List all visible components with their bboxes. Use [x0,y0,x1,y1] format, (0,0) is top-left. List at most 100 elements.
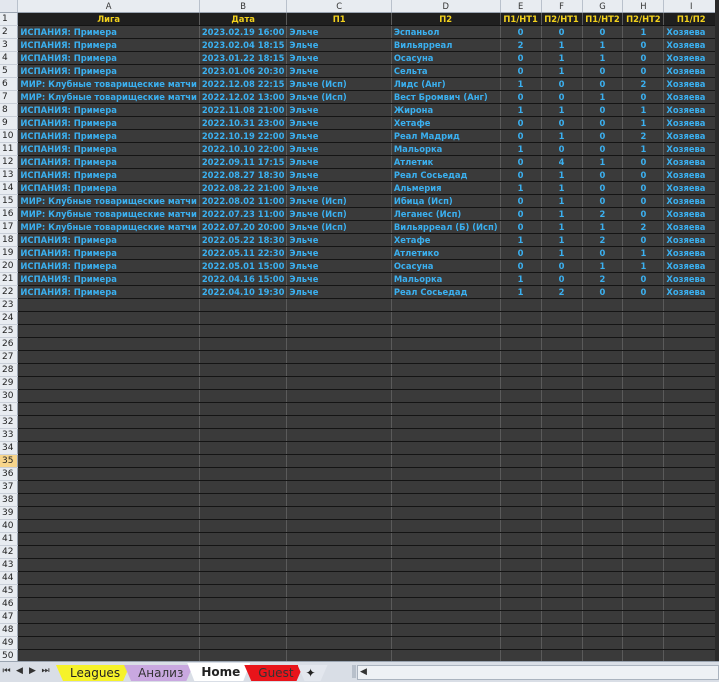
cell[interactable]: 2023.02.19 16:00 [199,25,288,39]
cell[interactable]: Хозяева [663,38,719,52]
tab-home[interactable]: Home [187,663,250,681]
cell[interactable]: 0 [500,155,542,169]
empty-cell[interactable] [391,545,501,559]
column-header-g[interactable]: G [582,0,624,13]
cell[interactable]: Эльче [286,129,392,143]
empty-cell[interactable] [286,298,392,312]
empty-cell[interactable] [500,376,542,390]
row-header[interactable]: 2 [0,25,19,39]
row-header[interactable]: 38 [0,493,19,507]
cell[interactable]: 0 [582,25,624,39]
empty-cell[interactable] [391,376,501,390]
row-header[interactable]: 41 [0,532,19,546]
tab-analysis[interactable]: Анализ [124,665,193,681]
empty-cell[interactable] [582,623,624,637]
empty-cell[interactable] [391,649,501,661]
empty-cell[interactable] [663,324,719,338]
cell[interactable]: 1 [622,103,665,117]
cell[interactable]: 0 [582,246,624,260]
cell[interactable]: 0 [582,168,624,182]
empty-cell[interactable] [391,298,501,312]
empty-cell[interactable] [541,467,583,481]
cell[interactable]: 2023.01.06 20:30 [199,64,288,78]
cell[interactable]: 2023.01.22 18:15 [199,51,288,65]
cell[interactable]: 2022.07.23 11:00 [199,207,288,221]
empty-cell[interactable] [286,506,392,520]
empty-cell[interactable] [286,571,392,585]
empty-cell[interactable] [17,610,200,624]
cell[interactable]: Хозяева [663,246,719,260]
empty-cell[interactable] [391,480,501,494]
column-header-b[interactable]: B [199,0,288,13]
cell[interactable]: 4 [541,155,583,169]
cell[interactable]: Эльче [286,233,392,247]
cell[interactable]: Хозяева [663,259,719,273]
column-header-e[interactable]: E [500,0,542,13]
cell[interactable]: 2 [622,129,665,143]
empty-cell[interactable] [500,597,542,611]
header-cell[interactable]: П2/НТ1 [541,12,583,26]
empty-cell[interactable] [582,350,624,364]
empty-cell[interactable] [391,337,501,351]
select-all-corner[interactable] [0,0,19,13]
empty-cell[interactable] [541,441,583,455]
cell[interactable]: 1 [500,285,542,299]
cell[interactable]: 0 [622,64,665,78]
empty-cell[interactable] [541,623,583,637]
empty-cell[interactable] [622,389,665,403]
prev-sheet-icon[interactable]: ◀ [15,665,24,677]
empty-cell[interactable] [199,415,288,429]
empty-cell[interactable] [582,532,624,546]
row-header[interactable]: 4 [0,51,19,65]
cell[interactable]: Хозяева [663,103,719,117]
empty-cell[interactable] [500,415,542,429]
empty-cell[interactable] [582,376,624,390]
cell[interactable]: 0 [582,285,624,299]
cell[interactable]: Осасуна [391,259,501,273]
empty-cell[interactable] [500,649,542,661]
cell[interactable]: ИСПАНИЯ: Примера [17,246,200,260]
empty-cell[interactable] [663,389,719,403]
header-cell[interactable]: П1 [286,12,392,26]
cell[interactable]: 2 [541,285,583,299]
empty-cell[interactable] [622,649,665,661]
cell[interactable]: ИСПАНИЯ: Примера [17,272,200,286]
empty-cell[interactable] [582,298,624,312]
cell[interactable]: 1 [500,181,542,195]
empty-cell[interactable] [17,636,200,650]
empty-cell[interactable] [17,506,200,520]
empty-cell[interactable] [199,545,288,559]
cell[interactable]: 1 [541,220,583,234]
cell[interactable]: 1 [622,25,665,39]
empty-cell[interactable] [286,532,392,546]
row-header[interactable]: 39 [0,506,19,520]
cell[interactable]: 2022.10.31 23:00 [199,116,288,130]
empty-cell[interactable] [391,584,501,598]
row-header[interactable]: 45 [0,584,19,598]
empty-cell[interactable] [663,532,719,546]
cell[interactable]: 0 [622,38,665,52]
empty-cell[interactable] [541,402,583,416]
row-header[interactable]: 22 [0,285,19,299]
cell[interactable]: Реал Мадрид [391,129,501,143]
empty-cell[interactable] [17,363,200,377]
empty-cell[interactable] [286,402,392,416]
empty-cell[interactable] [17,350,200,364]
empty-cell[interactable] [582,324,624,338]
empty-cell[interactable] [622,415,665,429]
empty-cell[interactable] [17,402,200,416]
empty-cell[interactable] [663,467,719,481]
empty-cell[interactable] [663,610,719,624]
row-header[interactable]: 48 [0,623,19,637]
empty-cell[interactable] [286,558,392,572]
cell[interactable]: Эльче [286,272,392,286]
cell[interactable]: Альмерия [391,181,501,195]
cell[interactable]: Эльче [286,285,392,299]
cell[interactable]: 2 [500,38,542,52]
cell[interactable]: 2022.12.02 13:00 [199,90,288,104]
empty-cell[interactable] [622,532,665,546]
empty-cell[interactable] [541,519,583,533]
cell[interactable]: Атлетик [391,155,501,169]
empty-cell[interactable] [663,493,719,507]
cell[interactable]: 1 [541,207,583,221]
